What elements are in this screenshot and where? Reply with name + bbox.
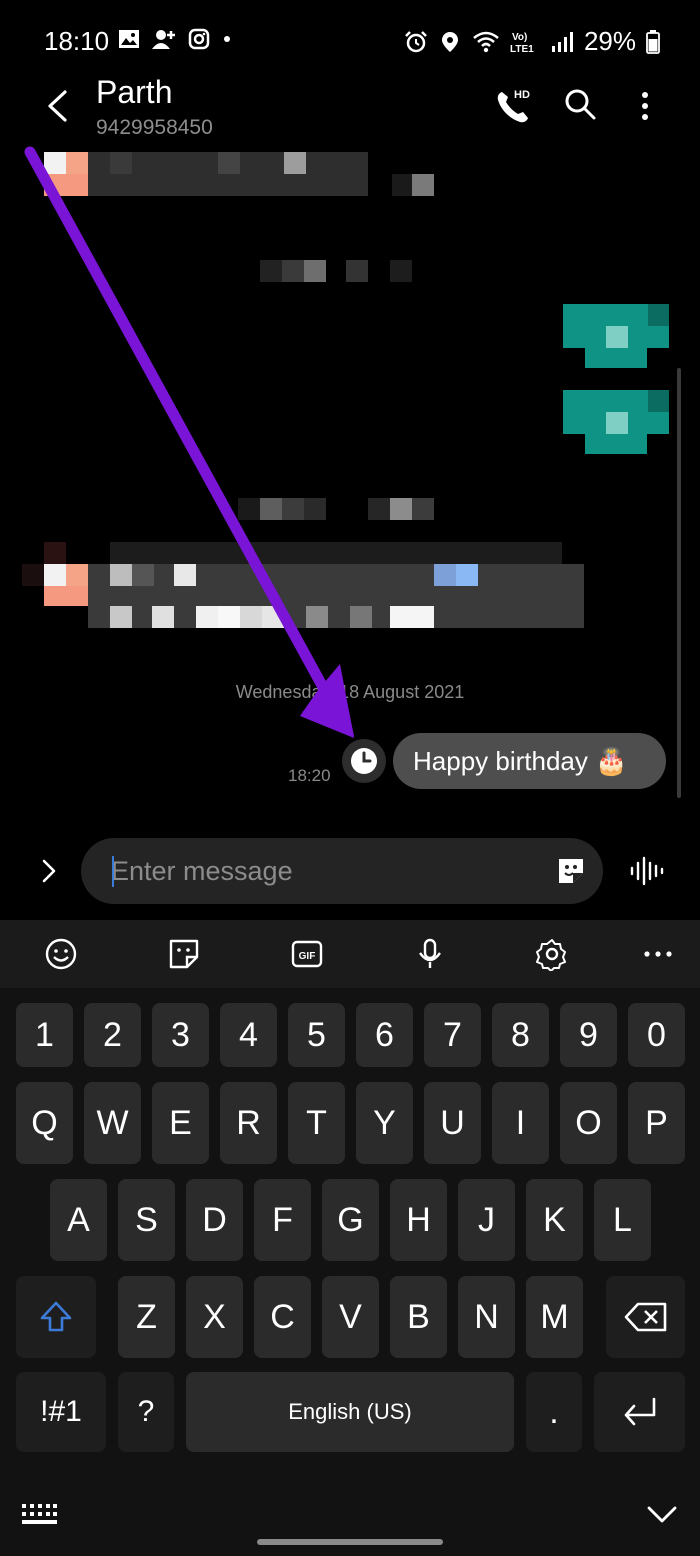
battery-icon bbox=[646, 29, 660, 54]
key-9[interactable]: 9 bbox=[560, 1003, 617, 1067]
question-key[interactable]: ? bbox=[118, 1372, 174, 1452]
enter-arrow-icon bbox=[624, 1397, 655, 1426]
key-l[interactable]: L bbox=[594, 1179, 651, 1261]
status-time: 18:10 bbox=[44, 26, 110, 56]
hd-call-icon[interactable]: HD bbox=[494, 86, 534, 126]
message-list-scrollbar[interactable] bbox=[677, 368, 681, 798]
gif-label: GIF bbox=[299, 951, 316, 962]
key-0[interactable]: 0 bbox=[628, 1003, 685, 1067]
key-i[interactable]: I bbox=[492, 1082, 549, 1164]
key-1[interactable]: 1 bbox=[16, 1003, 73, 1067]
conversation-header: Parth 9429958450 HD bbox=[0, 70, 700, 150]
volte-icon: Vo)LTE1 bbox=[510, 32, 534, 54]
message-timestamp: 18:20 bbox=[288, 766, 331, 785]
home-indicator[interactable] bbox=[257, 1539, 443, 1545]
scheduled-clock-icon[interactable] bbox=[342, 739, 386, 783]
sticker-icon[interactable] bbox=[555, 855, 587, 887]
svg-text:LTE1: LTE1 bbox=[510, 44, 534, 54]
emoji-icon[interactable] bbox=[44, 937, 78, 971]
space-key[interactable]: English (US) bbox=[186, 1372, 514, 1452]
key-k[interactable]: K bbox=[526, 1179, 583, 1261]
key-x[interactable]: X bbox=[186, 1276, 243, 1358]
key-h[interactable]: H bbox=[390, 1179, 447, 1261]
settings-icon[interactable] bbox=[535, 937, 569, 971]
key-4[interactable]: 4 bbox=[220, 1003, 277, 1067]
search-icon[interactable] bbox=[562, 86, 598, 122]
key-3[interactable]: 3 bbox=[152, 1003, 209, 1067]
key-f[interactable]: F bbox=[254, 1179, 311, 1261]
hd-badge: HD bbox=[514, 89, 530, 101]
svg-text:Vo): Vo) bbox=[512, 32, 527, 43]
signal-icon bbox=[551, 31, 573, 52]
dot-icon bbox=[224, 36, 230, 42]
key-z[interactable]: Z bbox=[118, 1276, 175, 1358]
more-options-icon[interactable] bbox=[630, 86, 660, 126]
battery-percent: 29% bbox=[583, 26, 636, 56]
gif-icon[interactable]: GIF bbox=[290, 937, 324, 971]
key-b[interactable]: B bbox=[390, 1276, 447, 1358]
contact-name[interactable]: Parth bbox=[96, 74, 172, 111]
key-v[interactable]: V bbox=[322, 1276, 379, 1358]
key-5[interactable]: 5 bbox=[288, 1003, 345, 1067]
hide-keyboard-chevron-icon[interactable] bbox=[646, 1502, 678, 1528]
message-input-container bbox=[81, 838, 603, 904]
more-icon[interactable] bbox=[641, 937, 675, 971]
backspace-icon bbox=[624, 1302, 666, 1332]
key-q[interactable]: Q bbox=[16, 1082, 73, 1164]
keyboard-grid-icon[interactable] bbox=[20, 1502, 58, 1528]
key-e[interactable]: E bbox=[152, 1082, 209, 1164]
key-p[interactable]: P bbox=[628, 1082, 685, 1164]
instagram-icon bbox=[188, 28, 210, 50]
key-m[interactable]: M bbox=[526, 1276, 583, 1358]
key-o[interactable]: O bbox=[560, 1082, 617, 1164]
status-bar: 18:10 Vo) LTE1 29% bbox=[0, 0, 700, 80]
key-2[interactable]: 2 bbox=[84, 1003, 141, 1067]
alarm-icon bbox=[405, 30, 427, 52]
contact-number: 9429958450 bbox=[96, 116, 213, 139]
key-c[interactable]: C bbox=[254, 1276, 311, 1358]
shift-arrow-icon bbox=[40, 1301, 72, 1332]
key-u[interactable]: U bbox=[424, 1082, 481, 1164]
period-key[interactable]: . bbox=[526, 1372, 582, 1452]
key-d[interactable]: D bbox=[186, 1179, 243, 1261]
location-icon bbox=[441, 31, 458, 52]
key-s[interactable]: S bbox=[118, 1179, 175, 1261]
mic-icon[interactable] bbox=[413, 937, 447, 971]
expand-chevron-icon[interactable] bbox=[34, 856, 64, 886]
key-w[interactable]: W bbox=[84, 1082, 141, 1164]
key-g[interactable]: G bbox=[322, 1179, 379, 1261]
key-y[interactable]: Y bbox=[356, 1082, 413, 1164]
date-separator: Wednesday, 18 August 2021 bbox=[235, 682, 465, 702]
back-arrow-icon[interactable] bbox=[40, 86, 80, 126]
image-icon bbox=[119, 30, 139, 48]
keyboard-toolbar: GIF bbox=[0, 920, 700, 988]
scheduled-message-bubble[interactable]: Happy birthday 🎂 bbox=[393, 733, 666, 789]
wifi-icon bbox=[473, 31, 499, 52]
backspace-key[interactable] bbox=[606, 1276, 685, 1358]
key-t[interactable]: T bbox=[288, 1082, 345, 1164]
key-n[interactable]: N bbox=[458, 1276, 515, 1358]
key-a[interactable]: A bbox=[50, 1179, 107, 1261]
enter-key[interactable] bbox=[594, 1372, 685, 1452]
key-8[interactable]: 8 bbox=[492, 1003, 549, 1067]
key-j[interactable]: J bbox=[458, 1179, 515, 1261]
message-input[interactable] bbox=[111, 838, 531, 904]
voice-waveform-icon[interactable] bbox=[628, 852, 666, 890]
key-7[interactable]: 7 bbox=[424, 1003, 481, 1067]
text-cursor bbox=[112, 856, 114, 887]
symbols-key[interactable]: !#1 bbox=[16, 1372, 106, 1452]
key-r[interactable]: R bbox=[220, 1082, 277, 1164]
sticker-icon[interactable] bbox=[167, 937, 201, 971]
contact-add-icon bbox=[152, 30, 175, 49]
key-6[interactable]: 6 bbox=[356, 1003, 413, 1067]
shift-key[interactable] bbox=[16, 1276, 96, 1358]
